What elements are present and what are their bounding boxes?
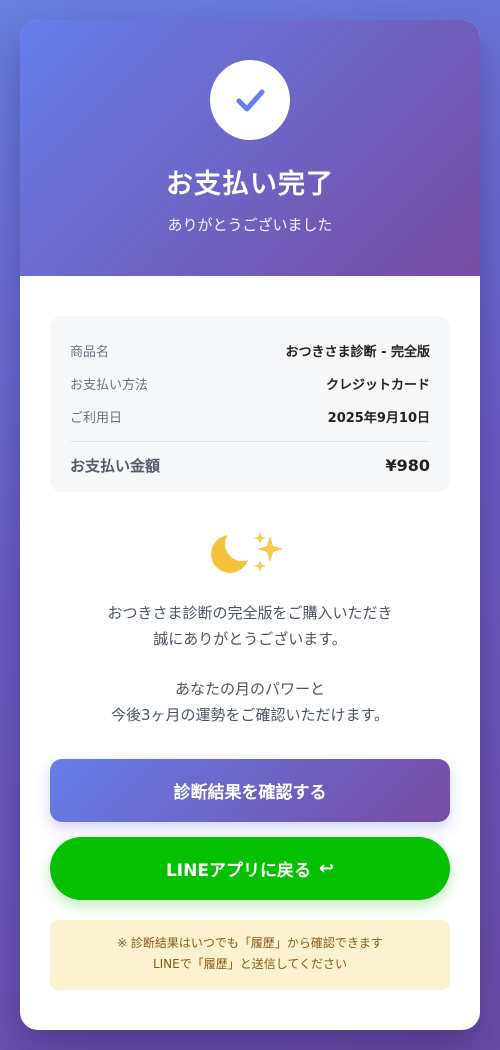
summary-row-payment-method: お支払い方法 クレジットカード — [70, 367, 430, 400]
success-badge — [210, 60, 290, 140]
page-title: お支払い完了 — [166, 169, 334, 200]
view-results-label: 診断結果を確認する — [173, 783, 327, 803]
summary-total: お支払い金額 ¥980 — [70, 442, 430, 488]
moon-sparkles-decoration — [20, 530, 480, 582]
header-banner: お支払い完了 ありがとうございました — [20, 20, 480, 276]
summary-value: おつきさま診断 - 完全版 — [285, 345, 430, 360]
check-icon — [236, 89, 265, 112]
summary-value: クレジットカード — [325, 378, 430, 393]
summary-row-product: 商品名 おつきさま診断 - 完全版 — [70, 334, 430, 367]
summary-row-date: ご利用日 2025年9月10日 — [70, 400, 430, 433]
message-line: あなたの月のパワーと — [174, 680, 325, 698]
view-results-button[interactable]: 診断結果を確認する — [50, 759, 450, 822]
page-subtitle: ありがとうございました — [167, 216, 333, 234]
total-amount: ¥980 — [385, 455, 430, 475]
message-line: おつきさま診断の完全版をご購入いただき — [107, 604, 393, 622]
history-notice: ※ 診断結果はいつでも「履歴」から確認できます LINEで「履歴」と送信してくだ… — [50, 920, 450, 990]
summary-label: ご利用日 — [70, 411, 123, 426]
return-to-line-label: LINEアプリに戻る — [165, 861, 311, 881]
message-line: 誠にありがとうございます。 — [153, 630, 347, 648]
payment-complete-card: お支払い完了 ありがとうございました 商品名 おつきさま診断 - 完全版 お支払… — [20, 20, 480, 1030]
notice-line: LINEで「履歴」と送信してください — [152, 957, 348, 971]
summary-label: 商品名 — [70, 345, 110, 360]
return-to-line-button[interactable]: LINEアプリに戻る ↩ — [50, 837, 450, 900]
notice-line: ※ 診断結果はいつでも「履歴」から確認できます — [117, 936, 383, 950]
thank-you-message: おつきさま診断の完全版をご購入いただき 誠にありがとうございます。 あなたの月の… — [20, 600, 480, 728]
total-label: お支払い金額 — [70, 456, 161, 475]
return-arrow-icon: ↩ — [318, 858, 335, 879]
message-line: 今後3ヶ月の運勢をご確認いただけます。 — [110, 706, 390, 724]
summary-value: 2025年9月10日 — [327, 411, 430, 426]
summary-label: お支払い方法 — [70, 378, 149, 393]
moon-sparkles-icon — [211, 532, 283, 573]
order-summary: 商品名 おつきさま診断 - 完全版 お支払い方法 クレジットカード ご利用日 2… — [50, 316, 450, 492]
